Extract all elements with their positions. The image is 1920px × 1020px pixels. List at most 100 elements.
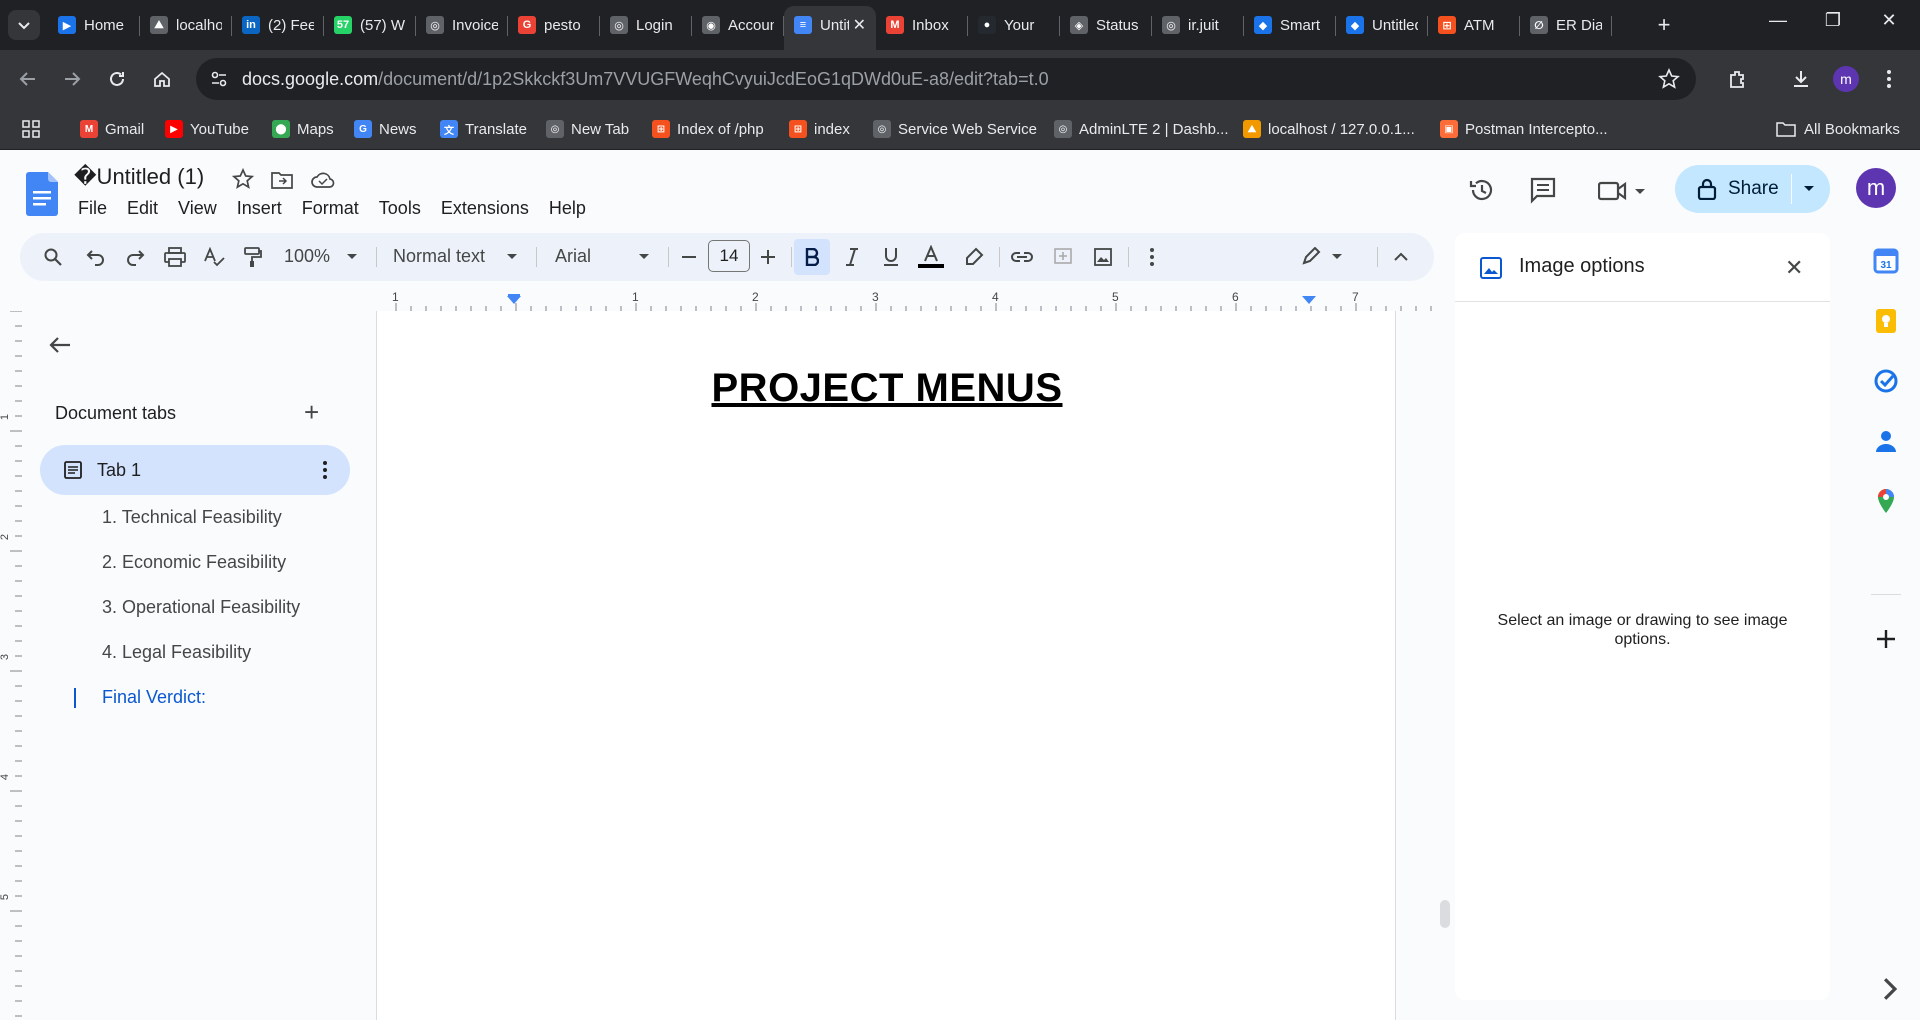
new-tab-button[interactable]: + bbox=[1650, 12, 1678, 38]
highlight-color-button[interactable] bbox=[961, 245, 987, 269]
cloud-saved-icon[interactable] bbox=[310, 170, 336, 190]
menu-help[interactable]: Help bbox=[549, 198, 586, 219]
tab-item-tab-1[interactable]: Tab 1 bbox=[40, 445, 350, 495]
downloads-button[interactable] bbox=[1787, 65, 1815, 93]
menu-extensions[interactable]: Extensions bbox=[441, 198, 529, 219]
bookmark-star-icon[interactable] bbox=[1658, 68, 1680, 90]
outline-heading-legal[interactable]: 4. Legal Feasibility bbox=[102, 642, 251, 663]
browser-tab[interactable]: ▶ Home bbox=[48, 6, 140, 44]
extensions-button[interactable] bbox=[1724, 65, 1752, 93]
plus-icon[interactable] bbox=[1873, 626, 1899, 652]
reload-button[interactable] bbox=[103, 65, 131, 93]
close-panel-button[interactable]: ✕ bbox=[1785, 255, 1803, 281]
browser-tab[interactable]: ◎ Invoice bbox=[416, 6, 508, 44]
italic-button[interactable] bbox=[839, 245, 865, 269]
browser-tab[interactable]: ◆ Untitled bbox=[1336, 6, 1428, 44]
all-bookmarks-button[interactable]: All Bookmarks bbox=[1776, 118, 1900, 140]
browser-tab[interactable]: ⊞ ATM bbox=[1428, 6, 1520, 44]
home-button[interactable] bbox=[148, 65, 176, 93]
bookmark-item[interactable]: ⊞ index bbox=[789, 118, 850, 140]
bookmark-item[interactable]: ⬤ Maps bbox=[272, 118, 334, 140]
menu-insert[interactable]: Insert bbox=[237, 198, 282, 219]
more-options-button[interactable] bbox=[1139, 245, 1165, 269]
text-color-button[interactable] bbox=[918, 245, 944, 269]
bookmark-item[interactable]: ⛰ localhost / 127.0.0.1... bbox=[1243, 118, 1415, 140]
docs-logo-icon[interactable] bbox=[26, 172, 58, 216]
close-tab-icon[interactable]: ✕ bbox=[853, 15, 866, 35]
decrease-font-size-button[interactable] bbox=[676, 245, 702, 269]
chevron-right-icon[interactable] bbox=[1877, 976, 1903, 1002]
browser-menu-button[interactable] bbox=[1879, 65, 1899, 93]
move-folder-icon[interactable] bbox=[270, 170, 294, 190]
add-comment-button[interactable] bbox=[1050, 245, 1076, 269]
font-select[interactable]: Arial bbox=[555, 246, 591, 267]
hide-menus-button[interactable] bbox=[1388, 245, 1414, 269]
insert-image-button[interactable] bbox=[1090, 245, 1116, 269]
contacts-icon[interactable] bbox=[1873, 428, 1899, 454]
vertical-scrollbar[interactable] bbox=[1440, 900, 1450, 928]
paragraph-style-select[interactable]: Normal text bbox=[393, 246, 485, 267]
add-tab-button[interactable]: + bbox=[304, 397, 319, 428]
back-button[interactable] bbox=[14, 65, 42, 93]
bookmark-item[interactable]: ▶ YouTube bbox=[165, 118, 249, 140]
bookmark-item[interactable]: ⊞ Index of /php bbox=[652, 118, 764, 140]
menu-view[interactable]: View bbox=[178, 198, 217, 219]
browser-tab[interactable]: ◈ Status bbox=[1060, 6, 1152, 44]
document-title[interactable]: �Untitled (1) bbox=[74, 164, 204, 190]
restore-icon[interactable]: ❐ bbox=[1810, 10, 1856, 31]
outline-heading-economic[interactable]: 2. Economic Feasibility bbox=[102, 552, 286, 573]
maps-icon[interactable] bbox=[1873, 488, 1899, 514]
browser-tab[interactable]: M Inbox bbox=[876, 6, 968, 44]
star-icon[interactable] bbox=[232, 168, 254, 190]
bookmark-item[interactable]: ◎ New Tab bbox=[546, 118, 629, 140]
menu-format[interactable]: Format bbox=[302, 198, 359, 219]
outline-heading-technical[interactable]: 1. Technical Feasibility bbox=[102, 507, 282, 528]
document-page[interactable]: PROJECT MENUS bbox=[376, 311, 1396, 1020]
increase-font-size-button[interactable] bbox=[755, 245, 781, 269]
keep-icon[interactable] bbox=[1873, 308, 1899, 334]
comments-icon[interactable] bbox=[1529, 176, 1557, 204]
browser-profile-avatar[interactable]: m bbox=[1833, 66, 1859, 92]
browser-tab[interactable]: Gpesto bbox=[508, 6, 600, 44]
minimize-icon[interactable]: — bbox=[1755, 10, 1801, 31]
browser-tab[interactable]: ● Your bbox=[968, 6, 1060, 44]
insert-link-button[interactable] bbox=[1009, 245, 1035, 269]
browser-tab[interactable]: ◆ Smart bbox=[1244, 6, 1336, 44]
tasks-icon[interactable] bbox=[1873, 368, 1899, 394]
outline-heading-final-verdict[interactable]: Final Verdict: bbox=[102, 687, 206, 708]
share-button[interactable]: Share bbox=[1675, 165, 1830, 213]
menu-edit[interactable]: Edit bbox=[127, 198, 158, 219]
paint-format-button[interactable] bbox=[240, 245, 266, 269]
editing-mode-button[interactable] bbox=[1300, 245, 1348, 269]
zoom-select[interactable]: 100% bbox=[284, 246, 330, 267]
redo-button[interactable] bbox=[122, 245, 148, 269]
font-size-input[interactable]: 14 bbox=[708, 240, 750, 272]
document-heading[interactable]: PROJECT MENUS bbox=[377, 366, 1397, 411]
underline-button[interactable] bbox=[878, 245, 904, 269]
account-avatar[interactable]: m bbox=[1856, 168, 1896, 208]
browser-tab[interactable]: 57 (57) WhatsApp bbox=[324, 6, 416, 44]
address-bar[interactable]: docs.google.com/document/d/1p2Skkckf3Um7… bbox=[196, 58, 1696, 100]
version-history-icon[interactable] bbox=[1468, 176, 1496, 204]
browser-tab[interactable]: ⛰ localhost bbox=[140, 6, 232, 44]
menu-file[interactable]: File bbox=[78, 198, 107, 219]
tab-search-button[interactable] bbox=[8, 10, 40, 40]
browser-tab[interactable]: ◎ Login bbox=[600, 6, 692, 44]
close-outline-button[interactable] bbox=[48, 335, 72, 355]
tab-options-icon[interactable] bbox=[322, 460, 328, 480]
browser-tab[interactable]: ◉ Account bbox=[692, 6, 784, 44]
browser-tab[interactable]: ∅ ER Diagram bbox=[1520, 6, 1612, 44]
share-dropdown-icon[interactable] bbox=[1803, 185, 1815, 193]
undo-button[interactable] bbox=[83, 245, 109, 269]
outline-heading-operational[interactable]: 3. Operational Feasibility bbox=[102, 597, 300, 618]
bookmark-item[interactable]: G News bbox=[354, 118, 417, 140]
bookmark-item[interactable]: ◎ AdminLTE 2 | Dashb... bbox=[1054, 118, 1229, 140]
font-dropdown-icon[interactable] bbox=[639, 254, 649, 260]
bold-button[interactable] bbox=[794, 239, 830, 275]
forward-button[interactable] bbox=[58, 65, 86, 93]
search-menus-button[interactable] bbox=[40, 245, 66, 269]
vertical-ruler[interactable]: 1 2 3 4 5 bbox=[0, 311, 22, 1020]
close-window-icon[interactable]: ✕ bbox=[1866, 10, 1912, 31]
horizontal-ruler[interactable]: 1 1 2 3 4 5 6 7 bbox=[376, 289, 1436, 311]
bookmark-item[interactable]: ◎ Service Web Service bbox=[873, 118, 1037, 140]
